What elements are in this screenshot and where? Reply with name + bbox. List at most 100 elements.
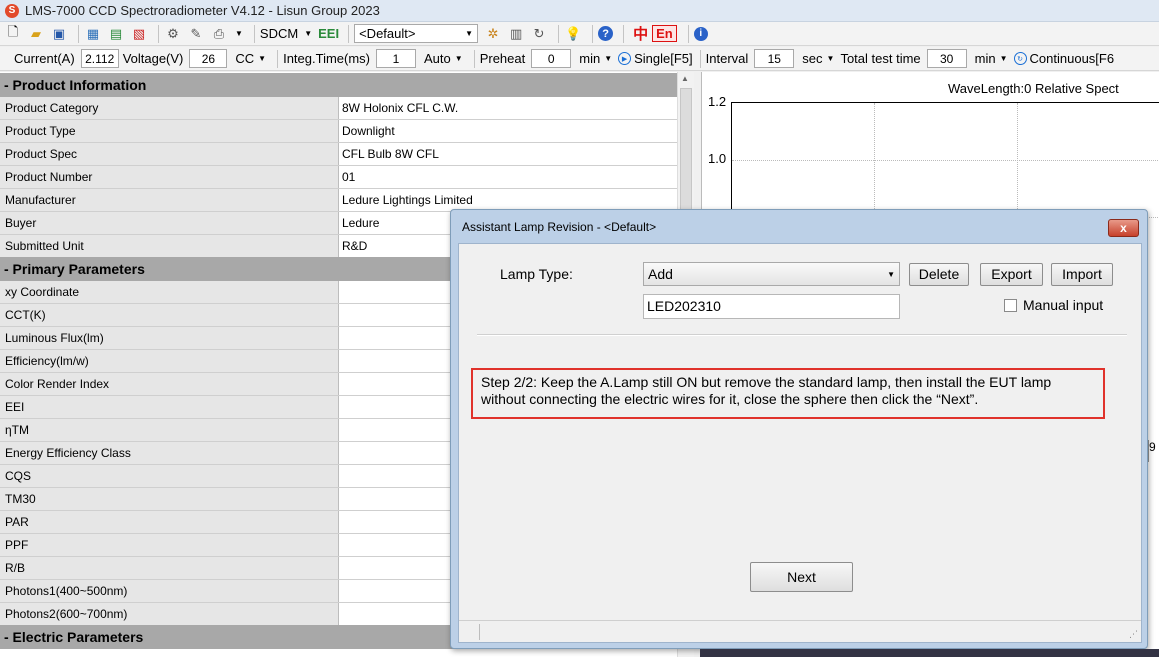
settings-wizard-icon[interactable]: ⚙ <box>164 25 182 43</box>
step-instruction-box: Step 2/2: Keep the A.Lamp still ON but r… <box>471 368 1105 419</box>
delete-button[interactable]: Delete <box>909 263 969 286</box>
scroll-up-icon[interactable]: ▲ <box>681 74 689 83</box>
next-button[interactable]: Next <box>750 562 853 592</box>
integ-time-input[interactable]: 1 <box>376 49 417 68</box>
integ-time-label: Integ.Time(ms) <box>283 51 371 66</box>
interval-input[interactable]: 15 <box>754 49 795 68</box>
export-button[interactable]: Export <box>980 263 1043 286</box>
refresh-icon[interactable]: ↻ <box>530 25 548 43</box>
row-label: CQS <box>0 465 339 487</box>
current-value[interactable]: 2.112 <box>80 49 119 68</box>
lamp-type-label: Lamp Type: <box>500 266 573 282</box>
preheat-unit-dropdown-icon[interactable]: ▼ <box>604 54 612 63</box>
row-label: EEI <box>0 396 339 418</box>
integ-mode-select[interactable]: Auto <box>424 51 451 66</box>
manual-input-label[interactable]: Manual input <box>1023 297 1103 313</box>
mode-dropdown-icon[interactable]: ▼ <box>258 54 266 63</box>
dialog-close-button[interactable]: x <box>1108 219 1139 237</box>
row-label: Manufacturer <box>0 189 339 211</box>
interval-label: Interval <box>705 51 749 66</box>
row-label: Energy Efficiency Class <box>0 442 339 464</box>
window-title: LMS-7000 CCD Spectroradiometer V4.12 - L… <box>25 3 380 18</box>
preheat-input[interactable]: 0 <box>531 49 572 68</box>
info-icon[interactable]: i <box>693 26 708 41</box>
save-icon[interactable]: ▣ <box>50 25 68 43</box>
sdcm-dropdown-icon[interactable]: ▼ <box>304 29 312 38</box>
step-instruction-text: Step 2/2: Keep the A.Lamp still ON but r… <box>481 374 1052 407</box>
lamp-revision-icon[interactable]: ▥ <box>507 25 525 43</box>
table-row[interactable]: Product Number 01 <box>0 166 677 189</box>
lamp-name-input[interactable]: LED202310 <box>643 294 900 319</box>
row-label: Product Type <box>0 120 339 142</box>
main-toolbar: 🗋 ▰ ▣ ▦ ▤ ▧ ⚙ ✎ ⎙ ▼ SDCM ▼ EEI <Default>… <box>0 22 1159 46</box>
single-test-button[interactable]: Single[F5] <box>634 51 693 66</box>
eei-button[interactable]: EEI <box>318 26 339 41</box>
row-value[interactable]: 8W Holonix CFL C.W. <box>339 97 677 119</box>
dialog-title: Assistant Lamp Revision - <Default> <box>462 220 657 234</box>
row-label: Product Category <box>0 97 339 119</box>
integ-mode-dropdown-icon[interactable]: ▼ <box>455 54 463 63</box>
report-edit-icon[interactable]: ✎ <box>187 25 205 43</box>
help-icon[interactable]: ? <box>598 26 614 41</box>
row-value[interactable]: CFL Bulb 8W CFL <box>339 143 677 165</box>
lamp-type-select[interactable]: Add ▼ <box>643 262 900 286</box>
section-product-information[interactable]: - Product Information <box>0 73 677 97</box>
total-test-time-label: Total test time <box>840 51 921 66</box>
row-label: Photons1(400~500nm) <box>0 580 339 602</box>
row-label: PPF <box>0 534 339 556</box>
interval-unit-dropdown-icon[interactable]: ▼ <box>827 54 835 63</box>
row-label: CCT(K) <box>0 304 339 326</box>
row-label: Photons2(600~700nm) <box>0 603 339 625</box>
measurement-toolbar: Current(A) 2.112 Voltage(V) 26 CC ▼ Inte… <box>0 47 1159 71</box>
import-button[interactable]: Import <box>1051 263 1113 286</box>
table-row[interactable]: Product Type Downlight <box>0 120 677 143</box>
export-excel-icon[interactable]: ▤ <box>107 25 125 43</box>
row-value[interactable]: 01 <box>339 166 677 188</box>
play-icon[interactable]: ▶ <box>618 52 632 65</box>
mode-select[interactable]: CC <box>235 51 254 66</box>
light-bulb-icon[interactable]: 💡 <box>564 25 582 43</box>
preheat-unit-select[interactable]: min <box>579 51 600 66</box>
chevron-down-icon: ▼ <box>887 269 895 279</box>
continuous-test-button[interactable]: Continuous[F6 <box>1030 51 1115 66</box>
row-label: PAR <box>0 511 339 533</box>
new-file-icon[interactable]: 🗋 <box>4 24 22 43</box>
manual-input-checkbox[interactable] <box>1004 299 1017 312</box>
open-folder-icon[interactable]: ▰ <box>27 25 45 43</box>
wavelength-readout: WaveLength:0 Relative Spect <box>948 81 1119 96</box>
total-unit-dropdown-icon[interactable]: ▼ <box>1000 54 1008 63</box>
row-label: Efficiency(lm/w) <box>0 350 339 372</box>
continuous-icon[interactable]: ↻ <box>1013 52 1027 65</box>
row-label: Submitted Unit <box>0 235 339 257</box>
table-icon[interactable]: ▦ <box>84 25 102 43</box>
interval-unit-select[interactable]: sec <box>802 51 822 66</box>
table-row[interactable]: Product Spec CFL Bulb 8W CFL <box>0 143 677 166</box>
row-value[interactable]: Downlight <box>339 120 677 142</box>
resize-grip-icon[interactable]: ⋰ <box>1129 629 1138 640</box>
row-label: TM30 <box>0 488 339 510</box>
row-label: R/B <box>0 557 339 579</box>
profile-select[interactable]: <Default> ▼ <box>354 24 479 43</box>
dialog-status-bar: ⋰ <box>459 620 1141 642</box>
print-dropdown-icon[interactable]: ▼ <box>235 29 243 38</box>
dialog-divider <box>477 334 1127 336</box>
language-chinese-button[interactable]: 中 <box>633 23 648 44</box>
row-value[interactable]: Ledure Lightings Limited <box>339 189 677 211</box>
lamp-type-value: Add <box>648 266 673 282</box>
total-unit-select[interactable]: min <box>975 51 996 66</box>
voltage-label: Voltage(V) <box>122 51 184 66</box>
app-logo-icon: S <box>5 3 19 18</box>
voltage-input[interactable]: 26 <box>189 49 228 68</box>
sdcm-button[interactable]: SDCM <box>260 26 298 41</box>
dialog-body: Lamp Type: Add ▼ Delete Export Import LE… <box>458 243 1142 643</box>
print-icon[interactable]: ⎙ <box>210 25 228 43</box>
delete-data-icon[interactable]: ▧ <box>130 25 148 43</box>
language-english-button[interactable]: En <box>652 25 677 42</box>
chevron-down-icon: ▼ <box>465 29 474 38</box>
calibration-gear-icon[interactable]: ✲ <box>484 25 502 43</box>
y-tick-label: 1.0 <box>708 151 727 166</box>
total-test-time-input[interactable]: 30 <box>926 49 967 68</box>
assistant-lamp-revision-dialog: Assistant Lamp Revision - <Default> x La… <box>450 209 1148 649</box>
table-row[interactable]: Product Category 8W Holonix CFL C.W. <box>0 97 677 120</box>
y-tick-label: 1.2 <box>708 94 727 109</box>
